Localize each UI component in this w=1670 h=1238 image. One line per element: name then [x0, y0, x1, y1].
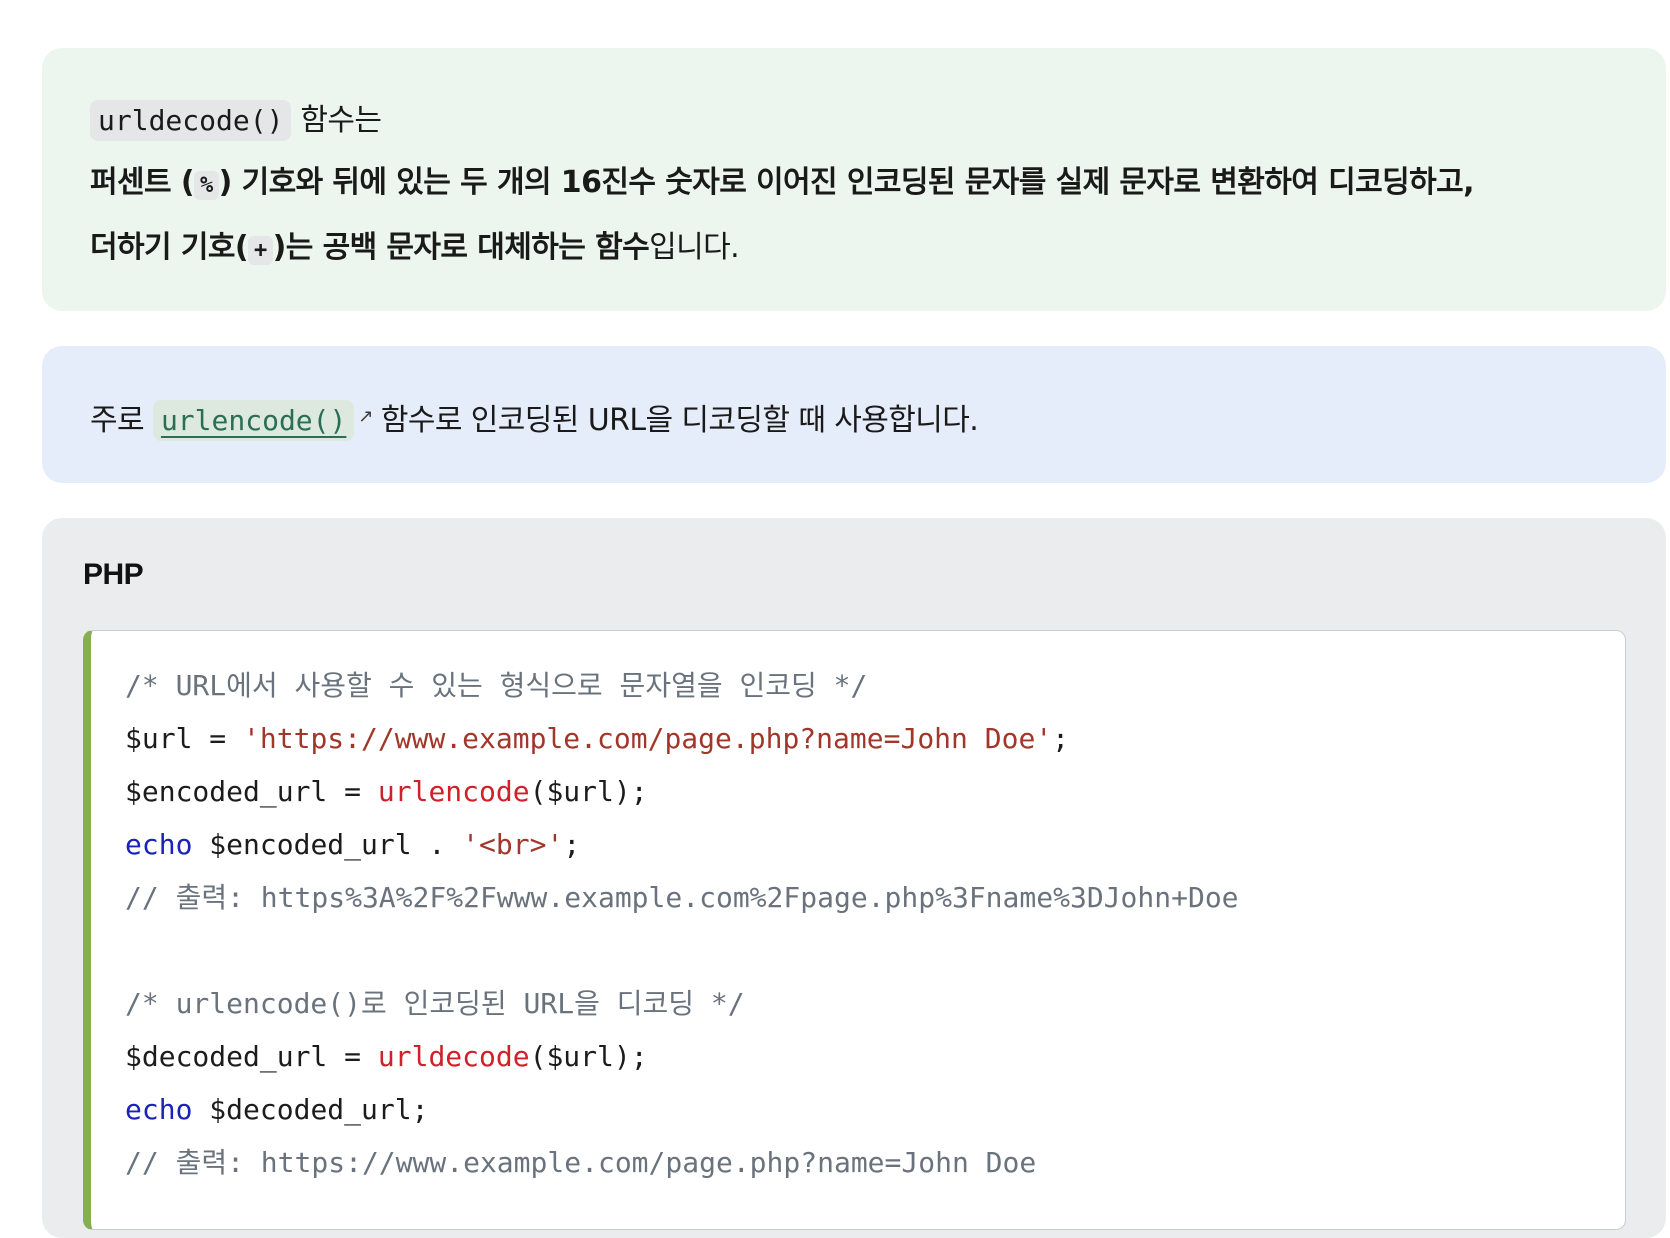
- code-line: echo $encoded_url . '<br>';: [125, 818, 1625, 871]
- code-line: $encoded_url = urlencode($url);: [125, 765, 1625, 818]
- code-text: $decoded_url =: [125, 1040, 378, 1073]
- code-keyword: echo: [125, 1093, 193, 1126]
- code-comment: // 출력: https://www.example.com/page.php?…: [125, 1146, 1037, 1179]
- description-callout: urldecode() 함수는 퍼센트 (%) 기호와 뒤에 있는 두 개의 1…: [42, 48, 1666, 311]
- urlencode-link[interactable]: urlencode(): [152, 400, 355, 441]
- description-line-1: urldecode() 함수는: [90, 98, 1666, 144]
- description-line-3: 더하기 기호(+)는 공백 문자로 대체하는 함수입니다.: [90, 217, 1666, 282]
- code-line: // 출력: https://www.example.com/page.php?…: [125, 1136, 1625, 1189]
- external-link-icon: ↗: [358, 406, 373, 427]
- code-text: ;: [563, 828, 581, 861]
- description-line-2: 퍼센트 (%) 기호와 뒤에 있는 두 개의 16진수 숫자로 이어진 인코딩된…: [90, 152, 1666, 217]
- code-text: $decoded_url;: [192, 1093, 429, 1126]
- code-line: $url = 'https://www.example.com/page.php…: [125, 712, 1625, 765]
- code-line: /* urlencode()로 인코딩된 URL을 디코딩 */: [125, 977, 1625, 1030]
- code-text: ($url);: [529, 1040, 648, 1073]
- code-function: urlencode: [377, 775, 530, 808]
- code-line: // 출력: https%3A%2F%2Fwww.example.com%2Fp…: [125, 871, 1625, 924]
- code-text: ($url);: [529, 775, 648, 808]
- description-text: 더하기 기호(: [90, 230, 249, 265]
- code-string: '<br>': [462, 828, 564, 861]
- usage-note-line: 주로 urlencode() ↗ 함수로 인코딩된 URL을 디코딩할 때 사용합니…: [90, 390, 1666, 452]
- code-text: $encoded_url =: [125, 775, 378, 808]
- code-block[interactable]: /* URL에서 사용할 수 있는 형식으로 문자열을 인코딩 */ $url …: [83, 630, 1626, 1230]
- code-text: $url =: [125, 722, 244, 755]
- description-line-1-suffix: 함수는: [291, 103, 382, 138]
- code-line: /* URL에서 사용할 수 있는 형식으로 문자열을 인코딩 */: [125, 659, 1625, 712]
- code-line: echo $decoded_url;: [125, 1083, 1625, 1136]
- code-text: ;: [1052, 722, 1070, 755]
- plus-symbol-code: +: [247, 236, 273, 265]
- code-line: $decoded_url = urldecode($url);: [125, 1030, 1625, 1083]
- usage-note-suffix: 함수로 인코딩된 URL을 디코딩할 때 사용합니다.: [380, 403, 979, 438]
- percent-symbol-code: %: [193, 171, 219, 200]
- usage-note-prefix: 주로: [90, 403, 153, 438]
- code-comment: /* URL에서 사용할 수 있는 형식으로 문자열을 인코딩 */: [125, 669, 868, 702]
- description-text: 퍼센트 (: [90, 165, 195, 200]
- code-text: $encoded_url .: [192, 828, 463, 861]
- code-language-label: PHP: [83, 558, 144, 591]
- description-text: 입니다.: [649, 230, 740, 265]
- code-string: 'https://www.example.com/page.php?name=J…: [243, 722, 1053, 755]
- description-text: )는 공백 문자로 대체하는 함수: [272, 230, 650, 265]
- code-keyword: echo: [125, 828, 193, 861]
- code-function: urldecode: [377, 1040, 530, 1073]
- usage-note-callout: 주로 urlencode() ↗ 함수로 인코딩된 URL을 디코딩할 때 사용합니…: [42, 346, 1666, 483]
- code-comment: // 출력: https%3A%2F%2Fwww.example.com%2Fp…: [125, 881, 1239, 914]
- code-example-section: PHP /* URL에서 사용할 수 있는 형식으로 문자열을 인코딩 */ $…: [42, 518, 1666, 1238]
- function-name-code: urldecode(): [90, 100, 292, 141]
- code-comment: /* urlencode()로 인코딩된 URL을 디코딩 */: [125, 987, 745, 1020]
- description-text: ) 기호와 뒤에 있는 두 개의 16진수 숫자로 이어진 인코딩된 문자를 실…: [218, 165, 1475, 200]
